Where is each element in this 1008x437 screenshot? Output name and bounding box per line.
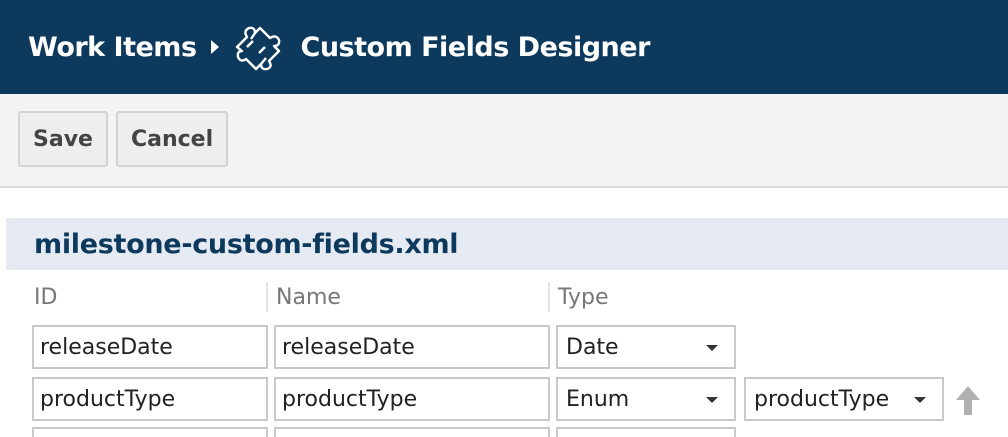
file-title: milestone-custom-fields.xml bbox=[34, 228, 459, 260]
field-type-select[interactable]: Enum bbox=[556, 377, 736, 421]
caret-down-icon bbox=[706, 345, 718, 351]
chevron-right-icon bbox=[210, 40, 219, 54]
breadcrumb-work-items[interactable]: Work Items bbox=[28, 32, 197, 63]
column-header-id: ID bbox=[34, 284, 58, 310]
file-section-header: milestone-custom-fields.xml bbox=[6, 218, 1008, 270]
field-name-input[interactable] bbox=[274, 427, 550, 437]
caret-down-icon bbox=[706, 397, 718, 403]
enum-reference-select[interactable]: productType bbox=[744, 377, 944, 421]
toolbar: Save Cancel bbox=[0, 94, 1008, 188]
field-name-input[interactable]: releaseDate bbox=[274, 325, 550, 369]
column-divider bbox=[266, 282, 268, 312]
column-header-name: Name bbox=[276, 284, 341, 310]
page-title: Custom Fields Designer bbox=[300, 31, 651, 63]
arrow-up-icon[interactable] bbox=[954, 384, 982, 416]
field-type-value: Enum bbox=[566, 386, 630, 412]
field-type-value: Date bbox=[566, 334, 619, 360]
column-header-type: Type bbox=[558, 284, 609, 310]
field-id-input[interactable] bbox=[32, 427, 268, 437]
puzzle-icon bbox=[235, 26, 280, 71]
field-type-select[interactable]: Date bbox=[556, 325, 736, 369]
field-id-input[interactable]: releaseDate bbox=[32, 325, 268, 369]
cancel-button[interactable]: Cancel bbox=[115, 111, 229, 167]
field-name-input[interactable]: productType bbox=[274, 377, 550, 421]
enum-reference-value: productType bbox=[754, 386, 890, 412]
column-divider bbox=[548, 282, 550, 312]
field-id-input[interactable]: productType bbox=[32, 377, 268, 421]
save-button[interactable]: Save bbox=[18, 111, 108, 167]
caret-down-icon bbox=[914, 397, 926, 403]
header-bar: Work Items Custom Fields Designer bbox=[0, 0, 1008, 94]
field-type-select[interactable] bbox=[556, 427, 736, 437]
